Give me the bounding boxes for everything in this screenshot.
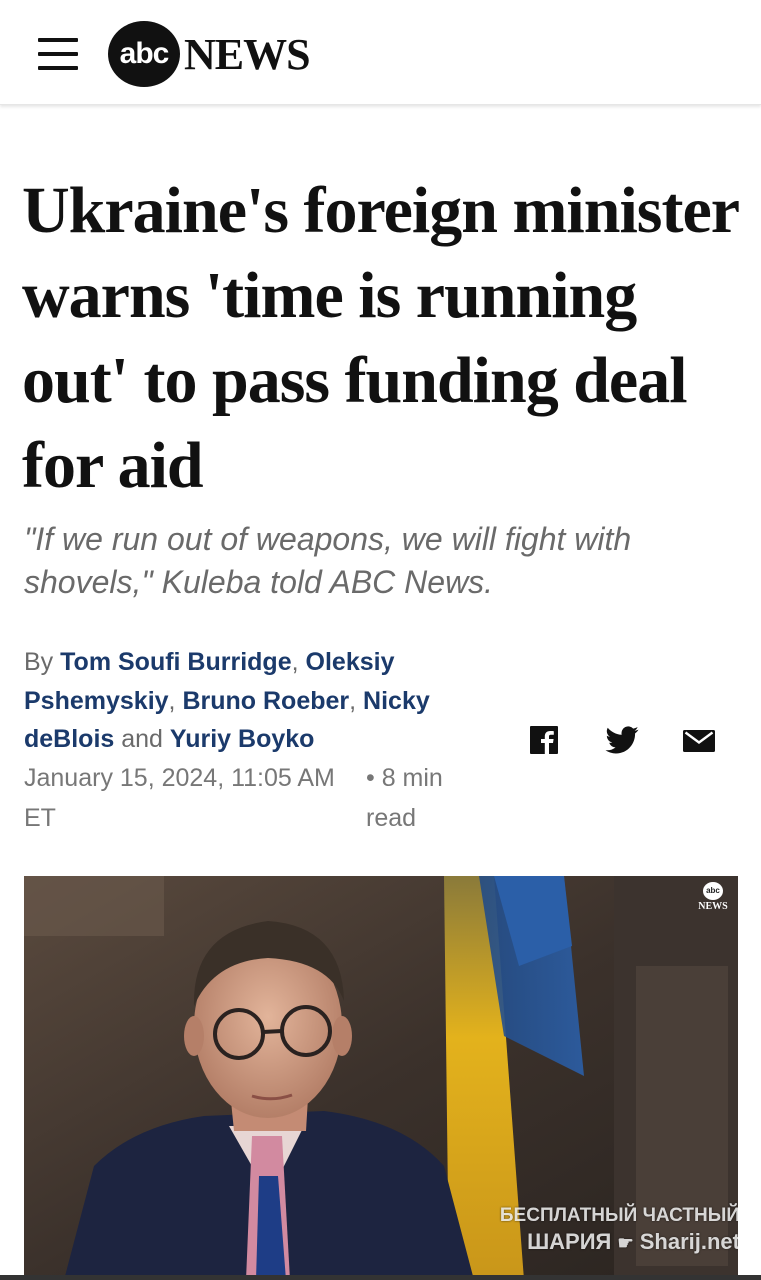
logo-wordmark: NEWS: [184, 29, 311, 79]
bug-mark: abc: [703, 882, 723, 900]
byline-separator: ,: [291, 648, 299, 676]
watermark-line-2: ШАРИЯ ☛ Sharij.net: [478, 1228, 738, 1257]
logo-mark: abc: [108, 21, 180, 87]
byline-conjunction: and: [121, 725, 163, 753]
facebook-icon: [530, 726, 558, 754]
byline-prefix: By: [24, 648, 54, 676]
sharij-watermark: БЕСПЛАТНЫЙ ЧАСТНЫЙ ШАРИЯ ☛ Sharij.net: [478, 1204, 738, 1257]
author-link[interactable]: Yuriy Boyko: [170, 725, 315, 753]
email-share-button[interactable]: [682, 722, 716, 758]
author-link[interactable]: Bruno Roeber: [182, 687, 349, 715]
byline: By Tom Soufi Burridge, Oleksiy Pshemyski…: [24, 643, 464, 759]
byline-separator: ,: [349, 686, 357, 715]
twitter-icon: [605, 726, 639, 754]
article-dek: "If we run out of weapons, we will fight…: [24, 521, 632, 600]
email-icon: [683, 730, 715, 752]
publish-date: January 15, 2024, 11:05 AM ET: [24, 764, 335, 832]
author-link[interactable]: Tom Soufi Burridge: [60, 648, 291, 676]
lead-photo[interactable]: abc NEWS БЕСПЛАТНЫЙ ЧАСТНЫЙ ШАРИЯ ☛ Shar…: [24, 876, 738, 1280]
watermark-line-1: БЕСПЛАТНЫЙ ЧАСТНЫЙ: [499, 1205, 738, 1226]
byline-separator: ,: [168, 686, 176, 715]
bug-word: NEWS: [698, 901, 728, 912]
abc-news-logo[interactable]: abc NEWS: [108, 20, 311, 88]
twitter-share-button[interactable]: [604, 722, 640, 758]
site-header: abc NEWS: [0, 0, 761, 105]
read-time: • 8 min read: [366, 764, 443, 832]
watermark-site: Sharij.net: [639, 1229, 738, 1254]
bottom-edge: [0, 1275, 761, 1280]
facebook-share-button[interactable]: [528, 722, 560, 758]
watermark-word: ШАРИЯ: [527, 1229, 612, 1254]
hamburger-menu-icon[interactable]: [38, 38, 78, 70]
pointing-hand-icon: ☛: [617, 1233, 634, 1253]
abc-news-watermark-logo: abc NEWS: [696, 882, 730, 912]
article-headline: Ukraine's foreign minister warns 'time i…: [22, 174, 739, 502]
